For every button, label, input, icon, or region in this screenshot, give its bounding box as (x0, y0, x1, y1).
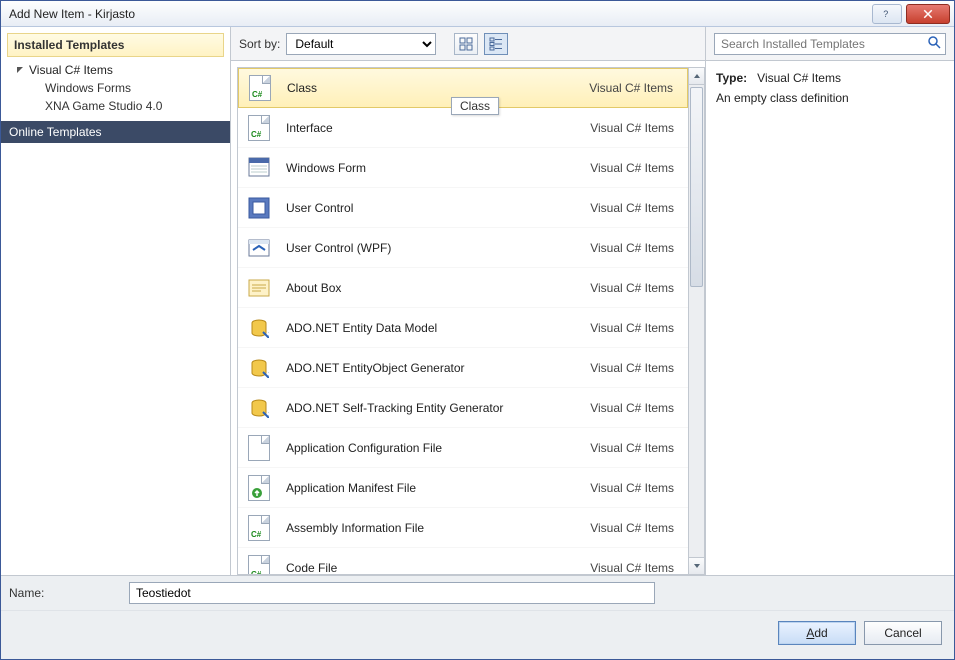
template-category: Visual C# Items (590, 121, 680, 135)
center-panel: Sort by: Default C#ClassVisual C# ItemsC… (231, 27, 706, 575)
content-area: Installed Templates Visual C# Items Wind… (1, 27, 954, 575)
manifest-file-icon (248, 475, 270, 501)
template-category: Visual C# Items (590, 481, 680, 495)
cancel-button[interactable]: Cancel (864, 621, 942, 645)
template-label: Code File (286, 561, 590, 575)
template-row[interactable]: ADO.NET EntityObject GeneratorVisual C# … (238, 348, 688, 388)
search-input[interactable] (719, 36, 927, 52)
tree-node-xna-game-studio[interactable]: XNA Game Studio 4.0 (1, 97, 230, 115)
scroll-up-button[interactable] (689, 68, 704, 85)
sort-by-label: Sort by: (239, 37, 280, 51)
template-label: About Box (286, 281, 590, 295)
template-row[interactable]: Application Configuration FileVisual C# … (238, 428, 688, 468)
wpf-control-icon (247, 236, 271, 260)
template-list[interactable]: C#ClassVisual C# ItemsC#InterfaceVisual … (237, 67, 688, 575)
database-icon (249, 398, 269, 418)
template-row[interactable]: User Control (WPF)Visual C# Items (238, 228, 688, 268)
template-category: Visual C# Items (589, 81, 679, 95)
windows-form-icon (247, 156, 271, 180)
template-category: Visual C# Items (590, 321, 680, 335)
tree-node-windows-forms[interactable]: Windows Forms (1, 79, 230, 97)
database-icon (249, 318, 269, 338)
template-list-wrapper: C#ClassVisual C# ItemsC#InterfaceVisual … (231, 61, 705, 575)
template-tree: Visual C# Items Windows Forms XNA Game S… (1, 59, 230, 121)
template-category: Visual C# Items (590, 361, 680, 375)
file-icon (248, 435, 270, 461)
database-icon (249, 358, 269, 378)
template-category: Visual C# Items (590, 281, 680, 295)
add-button[interactable]: Add (778, 621, 856, 645)
name-input[interactable] (129, 582, 655, 604)
about-box-icon (247, 276, 271, 300)
vertical-scrollbar[interactable] (688, 67, 705, 575)
dialog-footer: Add Cancel (1, 610, 954, 659)
name-label: Name: (9, 586, 129, 600)
online-templates-header[interactable]: Online Templates (1, 121, 230, 143)
template-row[interactable]: About BoxVisual C# Items (238, 268, 688, 308)
close-button[interactable] (906, 4, 950, 24)
template-row[interactable]: Windows FormVisual C# Items (238, 148, 688, 188)
template-row[interactable]: ADO.NET Entity Data ModelVisual C# Items (238, 308, 688, 348)
tree-node-visual-csharp-items[interactable]: Visual C# Items (1, 61, 230, 79)
template-category: Visual C# Items (590, 561, 680, 575)
scroll-down-button[interactable] (689, 557, 704, 574)
installed-templates-header[interactable]: Installed Templates (7, 33, 224, 57)
list-toolbar: Sort by: Default (231, 27, 705, 61)
details-description: An empty class definition (716, 91, 944, 105)
window-buttons: ? (868, 4, 950, 24)
help-button[interactable]: ? (872, 4, 902, 24)
template-label: Application Configuration File (286, 441, 590, 455)
template-label: Class (287, 81, 589, 95)
template-label: Windows Form (286, 161, 590, 175)
template-label: ADO.NET Entity Data Model (286, 321, 590, 335)
search-icon[interactable] (927, 35, 941, 52)
template-label: ADO.NET EntityObject Generator (286, 361, 590, 375)
template-category: Visual C# Items (590, 441, 680, 455)
sidebar: Installed Templates Visual C# Items Wind… (1, 27, 231, 575)
details-type-label: Type: (716, 71, 747, 85)
template-category: Visual C# Items (590, 161, 680, 175)
template-row[interactable]: C# Assembly Information FileVisual C# Ite… (238, 508, 688, 548)
template-label: ADO.NET Self-Tracking Entity Generator (286, 401, 590, 415)
hover-tooltip: Class (451, 97, 499, 115)
search-box[interactable] (714, 33, 946, 55)
template-label: User Control (286, 201, 590, 215)
template-category: Visual C# Items (590, 521, 680, 535)
view-small-icons-button[interactable] (454, 33, 478, 55)
user-control-icon (247, 196, 271, 220)
template-category: Visual C# Items (590, 241, 680, 255)
template-row[interactable]: ADO.NET Self-Tracking Entity GeneratorVi… (238, 388, 688, 428)
window-title: Add New Item - Kirjasto (9, 7, 868, 21)
csharp-file-icon: C# (248, 515, 270, 541)
name-row: Name: (1, 575, 954, 610)
template-label: Interface (286, 121, 590, 135)
template-row[interactable]: Application Manifest FileVisual C# Items (238, 468, 688, 508)
template-category: Visual C# Items (590, 201, 680, 215)
search-row (706, 27, 954, 61)
template-label: User Control (WPF) (286, 241, 590, 255)
sort-by-select[interactable]: Default (286, 33, 436, 55)
csharp-file-icon: C# (249, 75, 271, 101)
details-body: Type: Visual C# Items An empty class def… (706, 61, 954, 115)
template-label: Application Manifest File (286, 481, 590, 495)
details-type-value: Visual C# Items (757, 71, 841, 85)
template-row[interactable]: C# Code FileVisual C# Items (238, 548, 688, 575)
tree-node-label: Visual C# Items (29, 63, 113, 77)
scroll-thumb[interactable] (690, 87, 703, 287)
template-label: Assembly Information File (286, 521, 590, 535)
title-bar: Add New Item - Kirjasto ? (1, 1, 954, 27)
csharp-file-icon: C# (248, 555, 270, 576)
template-category: Visual C# Items (590, 401, 680, 415)
view-details-button[interactable] (484, 33, 508, 55)
template-row[interactable]: User ControlVisual C# Items (238, 188, 688, 228)
scroll-track[interactable] (689, 85, 704, 557)
tree-expand-icon[interactable] (15, 65, 25, 75)
details-panel: Type: Visual C# Items An empty class def… (706, 27, 954, 575)
csharp-file-icon: C# (248, 115, 270, 141)
svg-text:?: ? (883, 9, 888, 19)
